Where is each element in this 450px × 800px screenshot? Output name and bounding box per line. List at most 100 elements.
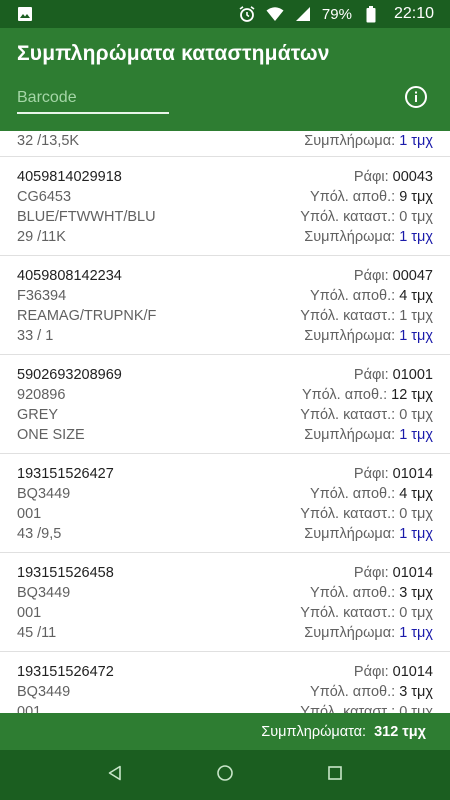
store-stock-label: Υπόλ. καταστ.: [300,209,396,225]
battery-percentage: 79% [321,5,352,23]
info-icon [404,86,428,113]
warehouse-stock-value: 12 τμχ [391,387,433,403]
list-item[interactable]: 193151526427 Ράφι: 01014 BQ3449 Υπόλ. απ… [0,454,450,553]
home-icon [216,764,234,787]
store-stock-label: Υπόλ. καταστ.: [300,407,396,423]
shelf-value: 01014 [392,664,433,680]
supplement-value: 1 τμχ [399,229,433,245]
totals-label: Συμπληρώματα: [261,723,367,740]
shelf-value: 01014 [392,565,433,581]
list-item[interactable]: 4059808142234 Ράφι: 00047 F36394 Υπόλ. α… [0,256,450,355]
supplement-value: 1 τμχ [399,427,433,443]
item-color: BLUE/FTWWHT/BLU [17,209,156,225]
shelf-value: 01001 [392,367,433,383]
store-stock-value: 0 τμχ [399,506,433,522]
store-stock-value: 0 τμχ [399,704,433,713]
warehouse-stock-value: 4 τμχ [399,486,433,502]
back-icon [107,765,123,786]
warehouse-stock-label: Υπόλ. αποθ.: [310,585,396,601]
warehouse-stock-value: 9 τμχ [399,189,433,205]
shelf-label: Ράφι: [353,466,389,482]
shelf-label: Ράφι: [353,367,389,383]
supplement-value: 1 τμχ [399,133,433,149]
item-size: 33 / 1 [17,328,54,344]
warehouse-stock-label: Υπόλ. αποθ.: [310,486,396,502]
item-color: 001 [17,704,42,713]
item-color: REAMAG/TRUPNK/F [17,308,157,324]
supplements-list[interactable]: 32 /13,5K Συμπλήρωμα: 1 τμχ 405981402991… [0,131,450,713]
item-size: ONE SIZE [17,427,85,443]
shelf-label: Ράφι: [353,268,389,284]
supplement-value: 1 τμχ [399,625,433,641]
item-barcode: 5902693208969 [17,367,122,383]
store-stock-label: Υπόλ. καταστ.: [300,308,396,324]
item-size: 29 /11K [17,229,66,245]
status-bar: 79% 22:10 [0,0,450,28]
warehouse-stock-label: Υπόλ. αποθ.: [301,387,388,403]
item-barcode: 193151526458 [17,565,114,581]
item-color: 001 [17,506,42,522]
totals-bar: Συμπληρώματα: 312 τμχ [0,713,450,750]
supplement-label: Συμπλήρωμα: [304,229,396,245]
image-icon [16,5,34,23]
item-code: 920896 [17,387,66,403]
recents-button[interactable] [315,755,355,795]
supplement-value: 1 τμχ [399,328,433,344]
item-code: CG6453 [17,189,72,205]
store-stock-value: 0 τμχ [399,209,433,225]
item-code: F36394 [17,288,67,304]
list-item[interactable]: 4059814029918 Ράφι: 00043 CG6453 Υπόλ. α… [0,157,450,256]
warehouse-stock-label: Υπόλ. αποθ.: [310,288,396,304]
warehouse-stock-value: 3 τμχ [399,585,433,601]
shelf-label: Ράφι: [353,664,389,680]
item-size: 45 /11 [17,625,57,641]
barcode-input[interactable] [17,84,169,114]
shelf-label: Ράφι: [353,565,389,581]
list-item[interactable]: 193151526458 Ράφι: 01014 BQ3449 Υπόλ. απ… [0,553,450,652]
supplement-label: Συμπλήρωμα: [304,133,396,149]
item-code: BQ3449 [17,486,71,502]
warehouse-stock-label: Υπόλ. αποθ.: [310,684,396,700]
store-stock-value: 0 τμχ [399,605,433,621]
totals-value: 312 τμχ [374,723,426,740]
app-bar: Συμπληρώματα καταστημάτων [0,28,450,131]
supplement-value: 1 τμχ [399,526,433,542]
list-item[interactable]: 193151526472 Ράφι: 01014 BQ3449 Υπόλ. απ… [0,652,450,713]
supplement-label: Συμπλήρωμα: [304,526,396,542]
list-item[interactable]: 5902693208969 Ράφι: 01001 920896 Υπόλ. α… [0,355,450,454]
navigation-bar [0,750,450,800]
item-code: BQ3449 [17,585,71,601]
back-button[interactable] [95,755,135,795]
page-title: Συμπληρώματα καταστημάτων [17,42,330,65]
supplement-label: Συμπλήρωμα: [304,328,396,344]
item-barcode: 4059808142234 [17,268,122,284]
item-color: GREY [17,407,59,423]
list-item[interactable]: 32 /13,5K Συμπλήρωμα: 1 τμχ [0,131,450,157]
store-stock-label: Υπόλ. καταστ.: [300,704,396,713]
supplement-label: Συμπλήρωμα: [304,427,396,443]
warehouse-stock-value: 3 τμχ [399,684,433,700]
alarm-icon [238,5,256,23]
wifi-icon [266,5,284,23]
warehouse-stock-label: Υπόλ. αποθ.: [310,189,396,205]
info-button[interactable] [404,85,428,109]
item-size: 32 /13,5K [17,133,80,149]
warehouse-stock-value: 4 τμχ [399,288,433,304]
shelf-value: 00047 [392,268,433,284]
recents-icon [327,765,343,786]
signal-icon [294,5,312,23]
store-stock-value: 0 τμχ [399,407,433,423]
store-stock-label: Υπόλ. καταστ.: [300,506,396,522]
item-color: 001 [17,605,42,621]
item-barcode: 193151526472 [17,664,114,680]
item-size: 43 /9,5 [17,526,62,542]
shelf-value: 00043 [392,169,433,185]
item-barcode: 4059814029918 [17,169,122,185]
store-stock-value: 1 τμχ [399,308,433,324]
supplement-label: Συμπλήρωμα: [304,625,396,641]
item-code: BQ3449 [17,684,71,700]
battery-icon [362,5,380,23]
store-stock-label: Υπόλ. καταστ.: [300,605,396,621]
home-button[interactable] [205,755,245,795]
shelf-label: Ράφι: [353,169,389,185]
